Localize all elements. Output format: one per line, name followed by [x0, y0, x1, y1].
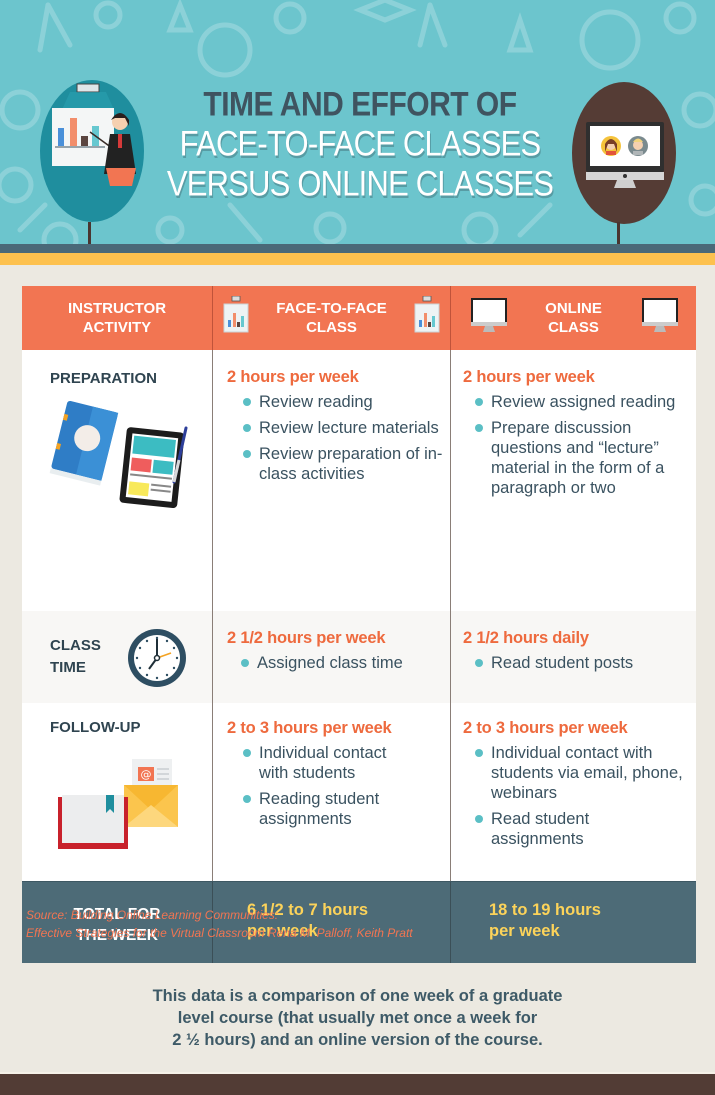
whiteboard-chart-icon	[414, 296, 440, 333]
bullet-list: Review reading Review lecture materials …	[243, 392, 450, 484]
header-divider-dark	[0, 244, 715, 253]
connector-line	[88, 222, 620, 244]
online-cell: 2 to 3 hours per week Individual contact…	[450, 703, 696, 881]
header-label: FACE-TO-FACE	[276, 300, 387, 317]
header-online: ONLINE CLASS	[450, 286, 696, 350]
list-item: Review assigned reading	[475, 392, 696, 412]
bullet-list: Individual contact with students via ema…	[475, 743, 696, 849]
total-online-value: 18 to 19 hours per week	[489, 900, 601, 942]
book-and-envelope-icon: @	[58, 759, 178, 849]
online-cell: 2 1/2 hours daily Read student posts	[450, 611, 696, 703]
header-label: ACTIVITY	[82, 319, 152, 336]
table-row: FOLLOW-UP @ 2 to 3 hours per week Indivi…	[22, 703, 696, 881]
whiteboard-chart-icon	[223, 296, 249, 333]
source-citation: Source: Building Online Learning Communi…	[26, 906, 413, 942]
hero-banner: TIME AND EFFORT OF FACE-TO-FACE CLASSES …	[0, 0, 715, 244]
activity-cell: PREPARATION	[22, 350, 212, 611]
hours-label: 2 to 3 hours per week	[463, 719, 628, 737]
comparison-table: INSTRUCTOR ACTIVITY FACE-TO-FACE CLASS O…	[22, 286, 696, 963]
activity-label: FOLLOW-UP	[50, 719, 141, 736]
list-item: Review reading	[243, 392, 450, 412]
online-class-illustration	[572, 82, 676, 224]
table-row: PREPARATION 2 hours per week Review read…	[22, 350, 696, 611]
teacher-illustration	[40, 80, 144, 222]
bullet-list: Assigned class time	[241, 653, 450, 673]
teacher-presenting-chart-icon	[52, 83, 136, 186]
source-line: Effective Strategies for the Virtual Cla…	[26, 926, 413, 940]
total-online-cell: 18 to 19 hours per week	[450, 882, 696, 963]
online-cell: 2 hours per week Review assigned reading…	[450, 350, 696, 611]
clock-icon	[128, 629, 186, 687]
list-item: Prepare discussion questions and “lectur…	[475, 418, 696, 498]
list-item: Assigned class time	[241, 653, 450, 673]
list-item: Read student assignments	[475, 809, 696, 849]
book-and-tablet-icon	[49, 400, 188, 508]
svg-text:@: @	[141, 768, 152, 781]
activity-cell: FOLLOW-UP @	[22, 703, 212, 881]
hours-label: 2 hours per week	[227, 368, 359, 386]
table-row: CLASS TIME 2 1/2 hours per week Assigned…	[22, 611, 696, 703]
header-label: CLASS	[306, 319, 357, 336]
activity-label-line: CLASS	[50, 637, 101, 654]
footnote: This data is a comparison of one week of…	[100, 985, 615, 1051]
list-item: Individual contact with students	[243, 743, 450, 783]
list-item: Individual contact with students via ema…	[475, 743, 696, 803]
page-title: TIME AND EFFORT OF FACE-TO-FACE CLASSES …	[160, 85, 560, 204]
hours-label: 2 to 3 hours per week	[227, 719, 392, 737]
list-item: Review preparation of in-class activitie…	[243, 444, 450, 484]
header-label: ONLINE	[545, 300, 602, 317]
activity-label: PREPARATION	[50, 370, 157, 387]
header-divider-yellow	[0, 253, 715, 265]
face-to-face-cell: 2 to 3 hours per week Individual contact…	[212, 703, 450, 881]
list-item: Review lecture materials	[243, 418, 450, 438]
bullet-list: Read student posts	[475, 653, 696, 673]
activity-label-line: TIME	[50, 659, 86, 676]
desktop-monitor-icon	[471, 298, 507, 332]
face-to-face-cell: 2 1/2 hours per week Assigned class time	[212, 611, 450, 703]
header-label: INSTRUCTOR	[67, 300, 167, 317]
hours-label: 2 1/2 hours per week	[227, 629, 386, 647]
computer-with-video-call-icon	[586, 122, 664, 188]
title-line-3: VERSUS ONLINE CLASSES	[166, 163, 554, 204]
note-line: This data is a comparison of one week of…	[152, 987, 563, 1005]
face-to-face-cell: 2 hours per week Review reading Review l…	[212, 350, 450, 611]
bullet-list: Review assigned reading Prepare discussi…	[475, 392, 696, 498]
desktop-monitor-icon	[642, 298, 678, 332]
total-value-line: per week	[489, 922, 560, 940]
note-line: 2 ½ hours) and an online version of the …	[172, 1031, 543, 1049]
activity-label: CLASS TIME	[50, 635, 101, 679]
header-instructor-activity: INSTRUCTOR ACTIVITY	[22, 286, 212, 350]
bullet-list: Individual contact with students Reading…	[243, 743, 450, 829]
footer-bar	[0, 1072, 715, 1095]
note-line: level course (that usually met once a we…	[177, 1009, 538, 1027]
table-header-row: INSTRUCTOR ACTIVITY FACE-TO-FACE CLASS O…	[22, 286, 696, 350]
total-value-line: 18 to 19 hours	[489, 901, 601, 919]
hours-label: 2 hours per week	[463, 368, 595, 386]
source-line: Source: Building Online Learning Communi…	[26, 908, 279, 922]
activity-cell: CLASS TIME	[22, 611, 212, 703]
header-label: CLASS	[548, 319, 599, 336]
hours-label: 2 1/2 hours daily	[463, 629, 589, 647]
header-face-to-face: FACE-TO-FACE CLASS	[212, 286, 450, 350]
list-item: Read student posts	[475, 653, 696, 673]
list-item: Reading student assignments	[243, 789, 450, 829]
